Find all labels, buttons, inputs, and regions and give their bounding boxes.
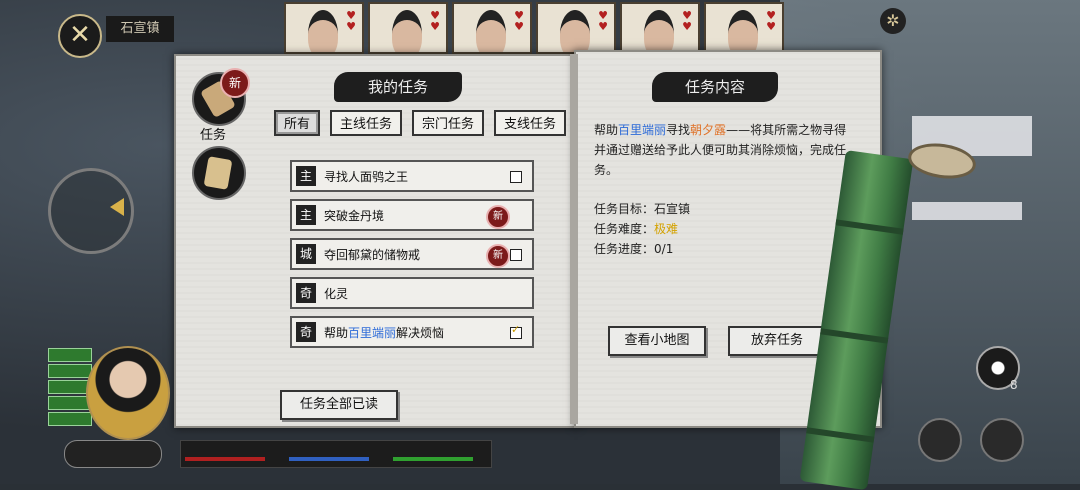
side-quest-note-2 (912, 202, 1022, 220)
top-bar: ✕ 石宣镇 ♥ ♥ ♥ ♥ ♥ ♥ ♥ ♥ ♥ ♥ ♥ ♥ ✲ (0, 0, 1080, 58)
quest-type-tag: 主 (296, 166, 316, 186)
bag-icon[interactable] (918, 418, 962, 462)
mp-bar (289, 457, 369, 461)
item-name: 朝夕露 (690, 123, 727, 137)
quest-name: 帮助百里端丽解决烦恼 (324, 326, 445, 340)
track-checkbox[interactable] (510, 171, 522, 183)
hp-bar (185, 457, 265, 461)
new-badge: 新 (486, 205, 510, 229)
npc-name: 百里端丽 (618, 123, 667, 137)
book-spine (570, 54, 578, 424)
quest-name: 夺回郁黛的储物戒 (324, 248, 421, 262)
quest-progress: 任务进度：0/1 (594, 242, 674, 256)
quest-type-tag: 主 (296, 205, 316, 225)
filter-sect[interactable]: 宗门任务 (412, 110, 484, 136)
quest-name: 化灵 (324, 287, 349, 301)
sp-bar (393, 457, 473, 461)
mail-icon[interactable] (980, 418, 1024, 462)
gear-icon[interactable]: ✲ (880, 8, 906, 34)
stat-bars (180, 440, 492, 468)
letter-tab[interactable] (192, 146, 246, 200)
party-card[interactable]: ♥ ♥ (536, 2, 616, 54)
new-badge: 新 (220, 68, 250, 98)
quest-name: 突破金丹境 (324, 209, 385, 223)
party-cards: ♥ ♥ ♥ ♥ ♥ ♥ ♥ ♥ ♥ ♥ ♥ ♥ (284, 2, 784, 54)
abandon-quest-button[interactable]: 放弃任务 (728, 326, 826, 356)
quest-type-tag: 奇 (296, 283, 316, 303)
location-label: 石宣镇 (106, 16, 174, 42)
filter-side[interactable]: 支线任务 (494, 110, 566, 136)
cultivate-button[interactable] (64, 440, 162, 468)
quest-row[interactable]: 城 夺回郁黛的储物戒 新 (290, 238, 534, 270)
view-minimap-button[interactable]: 查看小地图 (608, 326, 706, 356)
avatar[interactable] (86, 346, 170, 440)
quest-difficulty: 任务难度：极难 (594, 222, 679, 236)
quest-row[interactable]: 奇 帮助百里端丽解决烦恼 (290, 316, 534, 348)
detail-panel-title: 任务内容 (652, 72, 778, 102)
track-checkbox-checked[interactable] (510, 323, 522, 339)
party-card[interactable]: ♥ ♥ (452, 2, 532, 54)
filter-main[interactable]: 主线任务 (330, 110, 402, 136)
filter-all[interactable]: 所有 (274, 110, 320, 136)
party-card[interactable]: ♥ ♥ (284, 2, 364, 54)
party-card[interactable]: ♥ ♥ (368, 2, 448, 54)
quest-row[interactable]: 主 突破金丹境 新 (290, 199, 534, 231)
quest-tab-label: 任务 (200, 128, 227, 143)
quest-type-tag: 奇 (296, 322, 316, 342)
close-icon[interactable]: ✕ (58, 14, 102, 58)
taiji-count: 8 (1010, 378, 1018, 392)
quest-target: 任务目标：石宣镇 (594, 202, 691, 216)
quest-description: 帮助百里端丽寻找朝夕露——将其所需之物寻得并通过赠送给予此人便可助其消除烦恼，完… (594, 123, 847, 177)
quest-type-tag: 城 (296, 244, 316, 264)
party-card[interactable]: ♥ ♥ (620, 2, 700, 54)
quest-name: 寻找人面鸮之王 (324, 170, 409, 184)
npc-name: 百里端丽 (348, 326, 397, 340)
quest-row[interactable]: 主 寻找人面鸮之王 (290, 160, 534, 192)
new-badge: 新 (486, 244, 510, 268)
mark-all-read-button[interactable]: 任务全部已读 (280, 390, 398, 420)
track-checkbox[interactable] (510, 249, 522, 261)
letter-icon (203, 156, 233, 190)
quest-row[interactable]: 奇 化灵 (290, 277, 534, 309)
quest-panel-title: 我的任务 (334, 72, 462, 102)
party-card[interactable]: ♥ ♥ (704, 2, 784, 54)
joystick-arrow-icon (110, 198, 124, 216)
